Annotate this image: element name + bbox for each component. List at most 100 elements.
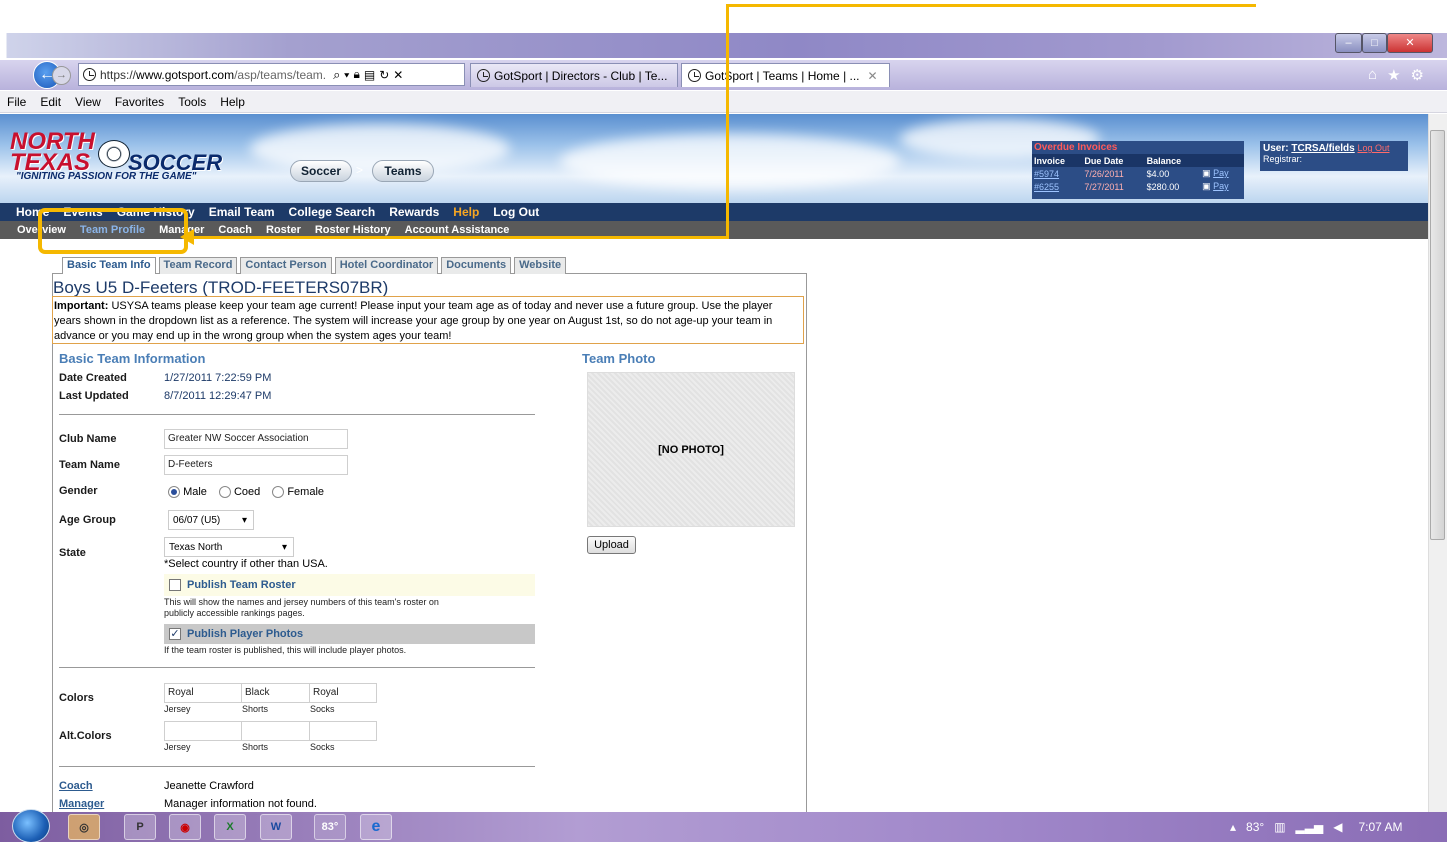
radio-coed[interactable]	[218, 486, 231, 499]
tab-contact-person[interactable]: Contact Person	[240, 257, 332, 274]
start-button[interactable]	[12, 809, 50, 842]
menu-edit[interactable]: Edit	[33, 95, 68, 109]
gender-coed[interactable]: Coed	[218, 486, 260, 499]
nav-college-search[interactable]: College Search	[289, 205, 376, 219]
gender-male[interactable]: Male	[168, 486, 207, 499]
alt-socks-color-input[interactable]	[309, 721, 377, 741]
search-icon[interactable]: ⌕ ▾	[333, 67, 349, 83]
menu-file[interactable]: File	[0, 95, 33, 109]
manager-value: Manager information not found.	[164, 798, 317, 810]
taskbar-word-icon[interactable]: W	[260, 814, 292, 840]
subnav-account-assistance[interactable]: Account Assistance	[405, 224, 510, 236]
address-bar[interactable]: https://www.gotsport.com/asp/teams/team.…	[78, 63, 465, 86]
publish-photos-checkbox-row[interactable]: ✓ Publish Player Photos	[169, 628, 303, 640]
main-nav: Home Events Game History Email Team Coll…	[0, 203, 1428, 221]
subnav-roster[interactable]: Roster	[266, 224, 301, 236]
alt-shorts-color-input[interactable]	[241, 721, 310, 741]
overdue-title: Overdue Invoices	[1034, 142, 1118, 153]
subnav-coach[interactable]: Coach	[218, 224, 252, 236]
tab-teams-home[interactable]: GotSport | Teams | Home | ... ✕	[681, 63, 890, 87]
nav-email-team[interactable]: Email Team	[209, 205, 275, 219]
pay-link[interactable]: Pay	[1213, 168, 1229, 178]
menu-tools[interactable]: Tools	[171, 95, 213, 109]
publish-roster-checkbox-row[interactable]: Publish Team Roster	[169, 579, 296, 591]
taskbar-weather-icon[interactable]: 83°	[314, 814, 346, 840]
close-button[interactable]: ✕	[1387, 33, 1433, 53]
nav-log-out[interactable]: Log Out	[493, 205, 539, 219]
menu-help[interactable]: Help	[213, 95, 252, 109]
publish-photos-label[interactable]: Publish Player Photos	[187, 628, 303, 640]
col-due-date: Due Date	[1084, 155, 1124, 166]
annotation-highlight-box	[38, 208, 188, 254]
shorts-color-input[interactable]: Black	[241, 683, 310, 703]
tab-hotel-coordinator[interactable]: Hotel Coordinator	[334, 257, 439, 274]
stop-icon[interactable]: ✕	[393, 68, 403, 82]
socks-color-input[interactable]: Royal	[309, 683, 377, 703]
url-text: https://www.gotsport.com/asp/teams/team.	[100, 67, 327, 82]
menu-view[interactable]: View	[68, 95, 108, 109]
tray-network-icon[interactable]: ▥	[1274, 820, 1285, 834]
manager-link[interactable]: Manager	[59, 798, 104, 810]
subnav-roster-history[interactable]: Roster History	[315, 224, 391, 236]
coach-link[interactable]: Coach	[59, 780, 93, 792]
alt-jersey-color-input[interactable]	[164, 721, 242, 741]
home-icon[interactable]: ⌂	[1368, 66, 1377, 84]
user-name[interactable]: TCRSA/fields	[1291, 143, 1354, 154]
alt-shorts-sublabel: Shorts	[242, 742, 269, 752]
breadcrumb-teams[interactable]: Teams	[372, 160, 434, 182]
logo-north-texas[interactable]: NORTH TEXAS	[10, 130, 95, 175]
compat-icon[interactable]: ▤	[364, 68, 375, 82]
state-value: Texas North	[169, 541, 223, 553]
state-select[interactable]: Texas North ▾	[164, 537, 294, 557]
scrollbar-thumb[interactable]	[1430, 130, 1445, 540]
tray-volume-icon[interactable]: ◀︎	[1333, 820, 1342, 834]
jersey-color-input[interactable]: Royal	[164, 683, 242, 703]
tab-documents[interactable]: Documents	[441, 257, 512, 274]
taskbar-ie-icon[interactable]: e	[360, 814, 392, 840]
state-label: State	[59, 547, 86, 559]
tab-basic-team-info[interactable]: Basic Team Info	[62, 257, 156, 274]
tray-signal-icon[interactable]: ▂▃▅	[1296, 820, 1324, 834]
gender-female[interactable]: Female	[272, 486, 324, 499]
breadcrumb-soccer[interactable]: Soccer	[290, 160, 352, 182]
nav-help[interactable]: Help	[453, 205, 479, 219]
forward-button[interactable]: →	[52, 66, 71, 85]
favorites-star-icon[interactable]: ★	[1387, 66, 1400, 84]
pay-link[interactable]: Pay	[1213, 181, 1229, 191]
radio-female[interactable]	[272, 486, 285, 499]
important-notice: Important: USYSA teams please keep your …	[52, 296, 804, 344]
taskbar-excel-icon[interactable]: X	[214, 814, 246, 840]
taskbar-acrobat-icon[interactable]: ◉	[169, 814, 201, 840]
tab-team-record[interactable]: Team Record	[158, 257, 238, 274]
maximize-button[interactable]: □	[1362, 33, 1387, 53]
team-name-input[interactable]: D-Feeters	[164, 455, 348, 475]
logout-link[interactable]: Log Out	[1357, 143, 1389, 153]
publish-roster-label[interactable]: Publish Team Roster	[187, 579, 296, 591]
refresh-icon[interactable]: ↻	[379, 68, 389, 82]
tab-directors[interactable]: GotSport | Directors - Club | Te...	[470, 63, 678, 87]
nav-rewards[interactable]: Rewards	[389, 205, 439, 219]
publish-roster-checkbox[interactable]	[169, 579, 181, 591]
menu-favorites[interactable]: Favorites	[108, 95, 171, 109]
club-name-input[interactable]: Greater NW Soccer Association	[164, 429, 348, 449]
taskbar-outlook-icon[interactable]: ◎	[68, 814, 100, 840]
last-updated-value: 8/7/2011 12:29:47 PM	[164, 390, 272, 402]
taskbar-publisher-icon[interactable]: P	[124, 814, 156, 840]
tray-expand-icon[interactable]: ▴	[1230, 820, 1236, 834]
content-tabs: Basic Team Info Team Record Contact Pers…	[62, 257, 567, 274]
important-label: Important:	[54, 300, 109, 312]
publish-photos-checkbox[interactable]: ✓	[169, 628, 181, 640]
minimize-button[interactable]: –	[1335, 33, 1362, 53]
invoice-link[interactable]: #6255	[1034, 182, 1059, 192]
team-name-label: Team Name	[59, 459, 120, 471]
invoice-link[interactable]: #5974	[1034, 169, 1059, 179]
close-tab-icon[interactable]: ✕	[868, 69, 878, 83]
tray-temperature[interactable]: 83°	[1246, 820, 1264, 834]
col-balance: Balance	[1146, 155, 1182, 166]
settings-gear-icon[interactable]: ⚙	[1411, 66, 1424, 84]
tab-website[interactable]: Website	[514, 257, 567, 274]
age-group-select[interactable]: 06/07 (U5) ▾	[168, 510, 254, 530]
upload-button[interactable]: Upload	[587, 536, 636, 554]
radio-male[interactable]	[168, 486, 180, 499]
tray-clock[interactable]: 7:07 AM	[1358, 820, 1402, 834]
